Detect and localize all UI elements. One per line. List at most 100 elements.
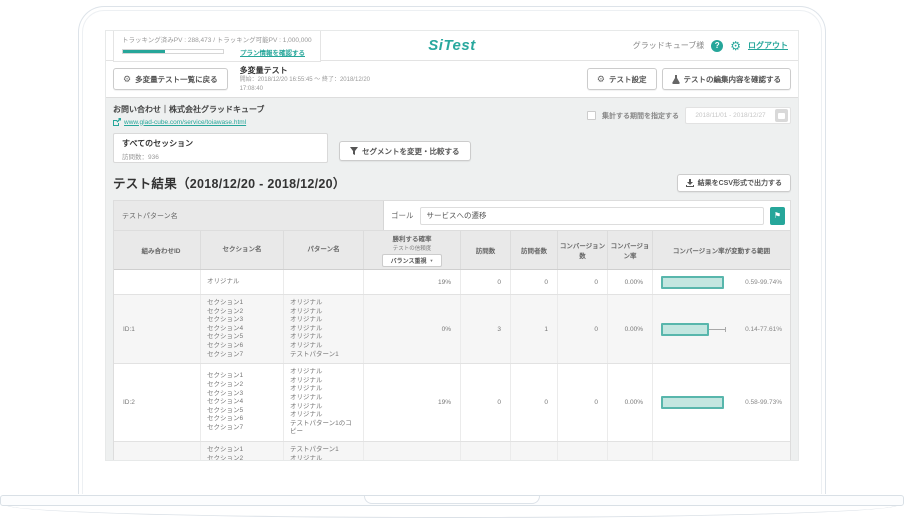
cell-win-probability: 0% [364, 295, 461, 363]
cell-section-names: オリジナル [201, 270, 284, 294]
cell-combination-id: ID:3 [114, 442, 201, 461]
cell-section-names: セクション1セクション2セクション3セクション4セクション5セクション6セクショ… [201, 364, 284, 441]
cv-range-bar [661, 276, 724, 289]
user-name: グラッドキューブ様 [633, 40, 705, 51]
cell-cv-range: 0.14-77.61% [653, 295, 790, 363]
cv-range-whisker-tick [725, 327, 726, 332]
pattern-name: オリジナル [290, 342, 357, 351]
tracking-progress-bar [122, 49, 224, 54]
date-range-input[interactable]: 2018/11/01 - 2018/12/27 [685, 107, 791, 124]
table-row: オリジナル19%0000.00%0.59-99.74% [114, 270, 790, 295]
period-checkbox-label: 集計する期間を指定する [602, 111, 679, 121]
cell-conversions: 0 [558, 270, 608, 294]
sitest-logo: SiTest [428, 37, 475, 54]
target-page-url-link[interactable]: www.glad-cube.com/service/toiawase.html [124, 119, 246, 126]
tracking-pv-box: トラッキング済みPV : 288,473 / トラッキング可能PV : 1,00… [113, 30, 321, 62]
pattern-name: オリジナル [290, 299, 357, 308]
session-visit-count: 訪問数：936 [122, 151, 319, 161]
pattern-name: テストパターン1 [290, 351, 357, 360]
section-name: オリジナル [207, 278, 277, 287]
plan-info-link[interactable]: プラン情報を確認する [240, 47, 305, 57]
export-csv-button[interactable]: 結果をCSV形式で出力する [677, 174, 791, 192]
section-name: セクション7 [207, 424, 277, 433]
goal-select[interactable]: サービスへの遷移 [420, 207, 765, 225]
cell-combination-id: ID:1 [114, 295, 201, 363]
cell-pattern-names: オリジナルオリジナルオリジナルオリジナルオリジナルオリジナルテストパターン1のコ… [284, 364, 364, 441]
col-pattern-name: パターン名 [284, 231, 364, 269]
back-to-list-button[interactable]: ⚙ 多変量テスト一覧に戻る [113, 68, 228, 90]
gear-icon[interactable]: ⚙ [730, 40, 741, 52]
segment-session-card[interactable]: すべてのセッション 訪問数：936 [113, 133, 328, 163]
test-period-line2: 17:08:40 [240, 85, 370, 94]
flask-icon [672, 75, 680, 84]
date-range-value: 2018/11/01 - 2018/12/27 [686, 112, 775, 119]
col-conversions: コンバージョン数 [558, 231, 608, 269]
funnel-icon [350, 147, 358, 155]
external-link-icon [113, 118, 121, 126]
cell-section-names: セクション1セクション2セクション3セクション4セクション5セクション6セクショ… [201, 442, 284, 461]
cell-win-probability: 19% [364, 364, 461, 441]
session-title: すべてのセッション [122, 138, 319, 149]
section-name: セクション6 [207, 415, 277, 424]
section-name: セクション3 [207, 390, 277, 399]
cell-section-names: セクション1セクション2セクション3セクション4セクション5セクション6セクショ… [201, 295, 284, 363]
section-name: セクション2 [207, 381, 277, 390]
period-checkbox[interactable] [587, 111, 596, 120]
section-name: セクション1 [207, 299, 277, 308]
cell-combination-id: ID:2 [114, 364, 201, 441]
calendar-icon[interactable] [775, 109, 788, 122]
pattern-name: オリジナル [290, 403, 357, 412]
pattern-name: オリジナル [290, 368, 357, 377]
logout-link[interactable]: ログアウト [748, 40, 788, 51]
laptop-notch [364, 496, 540, 504]
test-settings-button[interactable]: ⚙ テスト設定 [587, 68, 657, 90]
cell-cv-range: 0.59-99.74% [653, 270, 790, 294]
cell-pattern-names: テストパターン1オリジナルオリジナルオリジナルオリジナルオリジナルオリジナル [284, 442, 364, 461]
cell-win-probability: 19% [364, 442, 461, 461]
pattern-name-header: テストパターン名 [114, 201, 384, 230]
laptop-mockup: トラッキング済みPV : 288,473 / トラッキング可能PV : 1,00… [0, 0, 904, 520]
cell-cv-rate: 0.00% [608, 364, 653, 441]
cv-range-text: 0.14-77.61% [745, 326, 782, 333]
section-name: セクション7 [207, 351, 277, 360]
section-name: セクション6 [207, 342, 277, 351]
pattern-name: オリジナル [290, 455, 357, 462]
goal-flag-button[interactable]: ⚑ [770, 207, 785, 225]
table-body: オリジナル19%0000.00%0.59-99.74%ID:1セクション1セクシ… [114, 270, 790, 461]
cell-visitors: 0 [511, 442, 558, 461]
cell-pattern-names [284, 270, 364, 294]
cell-visits: 0 [461, 270, 511, 294]
pattern-name: オリジナル [290, 308, 357, 317]
help-icon[interactable]: ? [711, 40, 723, 52]
section-name: セクション2 [207, 308, 277, 317]
cv-range-text: 0.58-99.73% [745, 399, 782, 406]
cell-cv-rate: 0.00% [608, 442, 653, 461]
top-bar: トラッキング済みPV : 288,473 / トラッキング可能PV : 1,00… [106, 31, 798, 61]
confidence-select[interactable]: バランス重視 ▼ [382, 254, 442, 267]
table-row: ID:1セクション1セクション2セクション3セクション4セクション5セクション6… [114, 295, 790, 364]
main-content: お問い合わせ｜株式会社グラッドキューブ www.glad-cube.com/se… [106, 98, 798, 461]
download-icon [686, 179, 694, 187]
section-name: セクション3 [207, 316, 277, 325]
gear-icon: ⚙ [597, 75, 605, 84]
pattern-name: オリジナル [290, 333, 357, 342]
cell-conversions: 0 [558, 442, 608, 461]
pattern-name: オリジナル [290, 394, 357, 403]
tracking-progress-fill [123, 50, 165, 53]
cell-visitors: 0 [511, 364, 558, 441]
confirm-edit-button[interactable]: テストの編集内容を確認する [662, 68, 792, 90]
cv-range-bar [661, 396, 724, 409]
change-segment-button[interactable]: セグメントを変更・比較する [339, 141, 471, 161]
tracking-pv-label: トラッキング済みPV : 288,473 / トラッキング可能PV : 1,00… [122, 34, 312, 44]
pattern-name: テストパターン1 [290, 446, 357, 455]
results-table: テストパターン名 ゴール サービスへの遷移 ⚑ 組み合わせID セクション名 パ… [113, 200, 791, 461]
test-period-line1: 開始：2018/12/20 16:55:45 ～ 終了：2018/12/20 [240, 76, 370, 85]
pattern-name: オリジナル [290, 385, 357, 394]
section-name: セクション1 [207, 446, 277, 455]
results-heading: テスト結果（2018/12/20 - 2018/12/20） [113, 173, 346, 192]
test-toolbar: ⚙ 多変量テスト一覧に戻る 多変量テスト 開始：2018/12/20 16:55… [106, 61, 798, 98]
col-visitors: 訪問者数 [511, 231, 558, 269]
table-header-row: 組み合わせID セクション名 パターン名 勝利する確率 テストの信頼度 バランス… [114, 231, 790, 270]
cell-visits: 0 [461, 364, 511, 441]
cell-conversions: 0 [558, 364, 608, 441]
